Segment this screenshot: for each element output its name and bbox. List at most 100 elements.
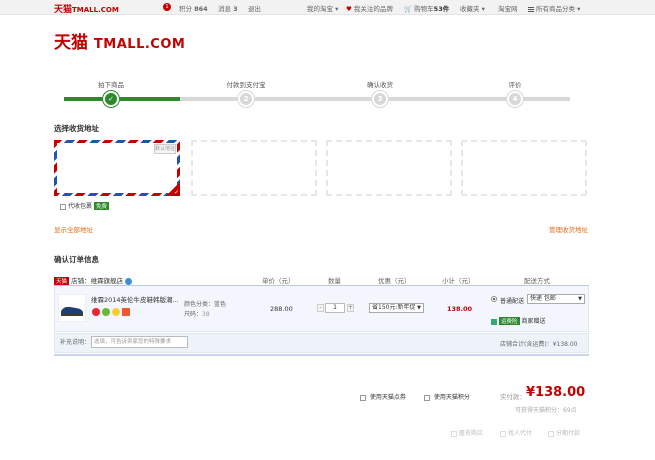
chevron-down-icon: ▼ xyxy=(417,305,421,311)
shipping-select[interactable]: 快递 包邮 ▼ xyxy=(527,294,585,304)
anonymous-label: 匿名购买 xyxy=(459,430,484,437)
qty-plus-button[interactable]: + xyxy=(347,304,354,312)
col-header-subtotal: 小计（元） xyxy=(442,277,475,285)
proxy-pay-option[interactable]: 找人代付 xyxy=(500,428,532,437)
topbar-logo[interactable]: 天猫TMALL.COM xyxy=(54,2,119,15)
anonymous-checkbox[interactable] xyxy=(451,430,457,437)
discount-select[interactable]: 省150元:新年促 ▼ xyxy=(369,303,424,313)
messages-link[interactable]: 消息 3 xyxy=(218,3,238,13)
remark-label: 补充说明： xyxy=(60,339,91,346)
actual-pay-label: 实付款： xyxy=(500,393,526,401)
ship-normal-label: 普通配送 xyxy=(500,298,525,305)
earn-points-value: 69点 xyxy=(563,407,577,414)
step-2-circle: 2 xyxy=(238,91,254,107)
qty-minus-button[interactable]: - xyxy=(317,304,324,312)
heart-icon: ♥ xyxy=(346,5,352,13)
use-points-label: 使用天猫积分 xyxy=(433,394,470,401)
seven-day-return-icon xyxy=(102,308,110,316)
installment-label: 分期付款 xyxy=(556,430,581,437)
proxy-pay-checkbox[interactable] xyxy=(500,430,506,437)
shop-badge: 天猫 xyxy=(54,277,70,285)
guarantee-icon xyxy=(92,308,100,316)
remark-input[interactable]: 选填，可告诉卖家您的特殊要求 xyxy=(91,336,188,348)
use-coupon-checkbox[interactable] xyxy=(360,394,366,401)
address-card-empty[interactable] xyxy=(326,140,452,196)
anonymous-option[interactable]: 匿名购买 xyxy=(451,428,483,437)
product-thumbnail[interactable] xyxy=(58,294,86,322)
quality-icon xyxy=(112,308,120,316)
chevron-down-icon: ▾ xyxy=(481,5,485,13)
installment-option[interactable]: 分期付款 xyxy=(548,428,580,437)
col-header-qty: 数量 xyxy=(328,277,341,285)
shop-header: 天猫 店铺：维霖旗舰店 xyxy=(54,275,133,285)
show-all-addresses-link[interactable]: 显示全部地址 xyxy=(54,224,93,234)
use-points-checkbox[interactable] xyxy=(424,394,430,401)
product-color-attr: 颜色分类：蓝色 xyxy=(184,301,227,308)
logout-link[interactable]: 退出 xyxy=(248,3,261,13)
menu-icon xyxy=(528,6,534,12)
my-taobao-menu[interactable]: 我的淘宝 ▾ xyxy=(307,3,338,13)
address-card-selected[interactable]: 默认地址 ✓ xyxy=(54,140,180,196)
use-coupon-option[interactable]: 使用天猫点券 xyxy=(360,392,406,401)
insurance-tag: 运费险 xyxy=(499,317,520,325)
insurance-checkbox[interactable] xyxy=(491,318,497,325)
shop-name-link[interactable]: 维霖旗舰店 xyxy=(91,277,124,285)
wangwang-chat-icon[interactable] xyxy=(125,277,133,285)
logo-en: TMALL.COM xyxy=(93,37,186,52)
step-2-label: 付款到支付宝 xyxy=(226,81,266,89)
proxy-pay-label: 找人代付 xyxy=(508,430,533,437)
chevron-down-icon: ▾ xyxy=(577,5,581,13)
qty-input[interactable]: 1 xyxy=(325,303,345,313)
all-categories-menu[interactable]: 所有商品分类 ▾ xyxy=(528,3,580,13)
tmall-logo[interactable]: 天猫 TMALL.COM xyxy=(54,28,185,53)
order-bottom-divider xyxy=(54,354,589,356)
product-title-link[interactable]: 维霖2014英伦牛皮鞋韩版潮... xyxy=(91,294,179,304)
topbar-logo-cn: 天猫 xyxy=(54,5,73,15)
step-1-label: 拍下商品 xyxy=(98,81,124,89)
col-header-shipping: 配送方式 xyxy=(524,277,550,285)
followed-brands-link[interactable]: ♥ 我关注的品牌 xyxy=(346,3,393,13)
step-1-check-icon: ✓ xyxy=(103,91,119,107)
use-points-option[interactable]: 使用天猫积分 xyxy=(424,392,470,401)
cart-link[interactable]: 🛒 购物车53件 xyxy=(404,3,449,13)
messages-count: 3 xyxy=(233,5,238,13)
step-3-circle: 3 xyxy=(372,91,388,107)
ship-normal-radio[interactable] xyxy=(491,296,497,302)
favorites-label: 收藏夹 xyxy=(460,5,480,13)
points-link[interactable]: 积分 864 xyxy=(179,3,208,13)
step-4-label: 评价 xyxy=(508,81,522,89)
shop-total: 店铺合计(含运费)：¥138.00 xyxy=(500,339,578,348)
check-icon: ✓ xyxy=(173,189,179,196)
use-coupon-label: 使用天猫点券 xyxy=(369,394,406,401)
cart-label: 购物车 xyxy=(414,5,434,13)
product-size-attr: 尺码：38 xyxy=(184,309,210,318)
cod-option[interactable]: 代收包裹 免费 xyxy=(60,201,109,210)
earn-points: 可获得天猫积分：69点 xyxy=(515,405,577,414)
notification-badge[interactable]: 1 xyxy=(163,3,171,11)
manage-addresses-link[interactable]: 管理收货地址 xyxy=(549,224,588,234)
topbar-logo-en: TMALL.COM xyxy=(72,6,119,14)
shop-label: 店铺： xyxy=(71,277,91,285)
order-section-title: 确认订单信息 xyxy=(54,255,99,264)
logo-cn: 天猫 xyxy=(54,33,88,53)
points-label: 积分 xyxy=(179,5,192,13)
shipping-insurance-option[interactable]: 运费险 商家赠送 xyxy=(491,316,545,325)
actual-pay-value: ¥138.00 xyxy=(526,385,586,400)
points-value: 864 xyxy=(194,5,208,13)
top-navigation-bar: 天猫TMALL.COM 1 积分 864 消息 3 退出 我的淘宝 ▾ ♥ 我关… xyxy=(0,0,655,15)
item-subtotal: 138.00 xyxy=(447,305,473,313)
taobao-link[interactable]: 淘宝网 xyxy=(498,3,518,13)
shipping-selected-value: 快递 包邮 xyxy=(530,295,556,302)
cod-tag: 免费 xyxy=(93,202,109,210)
address-card-empty[interactable] xyxy=(191,140,317,196)
cod-checkbox[interactable] xyxy=(60,203,66,210)
installment-checkbox[interactable] xyxy=(548,430,554,437)
address-section-title: 选择收货地址 xyxy=(54,124,99,133)
merchant-gift-label: 商家赠送 xyxy=(521,318,546,325)
address-card-empty[interactable] xyxy=(461,140,587,196)
followed-brands-label: 我关注的品牌 xyxy=(353,5,393,13)
earn-points-label: 可获得天猫积分： xyxy=(515,407,564,414)
favorites-menu[interactable]: 收藏夹 ▾ xyxy=(460,3,485,13)
my-taobao-label: 我的淘宝 xyxy=(307,5,333,13)
cart-icon: 🛒 xyxy=(404,5,413,13)
